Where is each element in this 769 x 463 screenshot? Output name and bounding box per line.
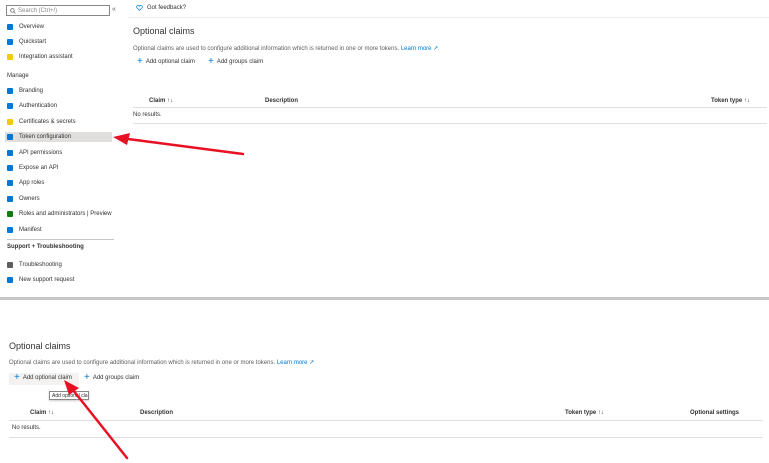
- api-permissions-icon: [7, 149, 13, 156]
- sidebar-item-authentication[interactable]: Authentication: [7, 101, 57, 111]
- add-optional-claim-label: Add optional claim: [145, 59, 195, 65]
- token-configuration-icon: [7, 134, 13, 141]
- plus-icon: +: [137, 56, 143, 67]
- sidebar-item-quickstart[interactable]: Quickstart: [7, 37, 46, 47]
- plus-icon: +: [84, 372, 90, 383]
- sidebar-item-owners[interactable]: Owners: [7, 194, 40, 204]
- sidebar-item-label: Troubleshooting: [19, 262, 62, 268]
- bottom-add-optional-claim-label: Add optional claim: [22, 375, 72, 381]
- sidebar-item-token-configuration[interactable]: Token configuration: [5, 132, 112, 143]
- bottom-add-groups-claim-button[interactable]: + Add groups claim: [84, 372, 140, 383]
- sidebar-item-overview[interactable]: Overview: [7, 22, 44, 32]
- portal-top-panel: Search (Ctrl+/) « Overview Quickstart Inte…: [0, 0, 769, 298]
- bottom-add-groups-claim-label: Add groups claim: [92, 375, 140, 381]
- sidebar-item-label: Quickstart: [19, 39, 47, 45]
- bottom-learn-more-link[interactable]: Learn more ↗: [277, 360, 314, 366]
- support-section-title: Support + Troubleshooting: [7, 244, 84, 250]
- page-description: Optional claims are used to configure ad…: [133, 45, 438, 52]
- add-groups-claim-button[interactable]: + Add groups claim: [208, 56, 264, 67]
- expose-an-api-icon: [7, 165, 13, 171]
- search-icon: [10, 7, 16, 14]
- bottom-column-header-description: Description: [140, 410, 174, 416]
- sidebar-item-branding[interactable]: Branding: [7, 86, 43, 96]
- heart-icon: [136, 5, 143, 11]
- roles-and-administrators-preview-icon: [7, 211, 13, 218]
- troubleshooting-icon: [7, 262, 13, 268]
- add-optional-claim-tooltip: Add optional claim: [49, 391, 89, 400]
- sidebar-item-expose-an-api[interactable]: Expose an API: [7, 163, 58, 173]
- bottom-table-header-divider: [9, 420, 763, 421]
- sidebar-item-label: Expose an API: [19, 165, 59, 171]
- search-placeholder: Search (Ctrl+/): [18, 7, 58, 14]
- bottom-column-header-token-type[interactable]: Token type ↑↓: [565, 410, 604, 416]
- bottom-column-header-claim[interactable]: Claim ↑↓: [30, 410, 54, 416]
- sidebar-item-new-support-request[interactable]: New support request: [7, 275, 74, 285]
- sidebar-item-label: API permissions: [19, 149, 63, 156]
- main-content: Got feedback? Optional claims Optional c…: [128, 0, 769, 298]
- sidebar-item-label: Branding: [19, 88, 44, 94]
- feedback-button[interactable]: Got feedback?: [136, 5, 186, 11]
- sidebar-item-app-roles[interactable]: App roles: [7, 178, 44, 188]
- quickstart-icon: [7, 39, 13, 45]
- overview-icon: [7, 24, 13, 30]
- column-header-description: Description: [265, 98, 299, 104]
- sidebar-item-label: Certificates & secrets: [19, 118, 76, 125]
- sidebar-divider: [7, 239, 114, 240]
- sidebar-item-label: Integration assistant: [19, 54, 73, 60]
- column-header-claim[interactable]: Claim ↑↓: [149, 98, 173, 104]
- new-support-request-icon: [7, 277, 13, 283]
- sidebar-item-integration-assistant[interactable]: Integration assistant: [7, 52, 73, 62]
- table-header-divider: [133, 107, 767, 108]
- sidebar-item-roles-and-administrators-preview[interactable]: Roles and administrators | Preview: [7, 209, 112, 219]
- no-results-text: No results.: [133, 112, 162, 118]
- bottom-learn-more-label: Learn more: [276, 360, 308, 366]
- sidebar-item-label: Overview: [19, 24, 45, 30]
- sidebar-item-label: Owners: [19, 195, 40, 202]
- sidebar-item-label: App roles: [19, 180, 45, 187]
- bottom-page-description: Optional claims are used to configure ad…: [9, 359, 314, 366]
- sidebar-item-label: Roles and administrators | Preview: [19, 211, 112, 218]
- page-title: Optional claims: [133, 26, 195, 36]
- manage-section-title: Manage: [7, 73, 29, 79]
- bottom-column-header-optional-settings: Optional settings: [690, 410, 740, 416]
- learn-more-label: Learn more: [400, 46, 432, 52]
- manifest-icon: [7, 226, 13, 233]
- bottom-no-results-text: No results.: [12, 425, 41, 431]
- header-divider: [128, 17, 769, 18]
- add-optional-claim-button[interactable]: + Add optional claim: [137, 56, 195, 67]
- sidebar-item-label: New support request: [19, 277, 75, 283]
- column-header-token-type[interactable]: Token type ↑↓: [711, 98, 750, 104]
- table-row-divider: [133, 123, 767, 124]
- plus-icon: +: [14, 372, 20, 383]
- add-groups-claim-label: Add groups claim: [216, 59, 264, 65]
- integration-assistant-icon: [7, 54, 13, 60]
- search-input[interactable]: Search (Ctrl+/): [6, 5, 110, 16]
- owners-icon: [7, 195, 13, 202]
- sidebar-item-label: Authentication: [19, 103, 58, 110]
- bottom-description-text: Optional claims are used to configure ad…: [9, 360, 276, 366]
- collapse-sidebar-button[interactable]: «: [112, 6, 116, 13]
- sidebar: Search (Ctrl+/) « Overview Quickstart Inte…: [0, 0, 120, 298]
- bottom-add-optional-claim-button[interactable]: + Add optional claim: [14, 372, 72, 383]
- screenshot-separator: [0, 297, 769, 300]
- learn-more-link[interactable]: Learn more ↗: [401, 46, 438, 52]
- branding-icon: [7, 88, 13, 94]
- authentication-icon: [7, 103, 13, 110]
- sidebar-item-label: Manifest: [19, 226, 42, 233]
- sidebar-item-api-permissions[interactable]: API permissions: [7, 148, 62, 158]
- description-text: Optional claims are used to configure ad…: [133, 46, 400, 52]
- app-roles-icon: [7, 180, 13, 187]
- feedback-label: Got feedback?: [147, 5, 187, 11]
- plus-icon: +: [208, 56, 214, 67]
- sidebar-item-manifest[interactable]: Manifest: [7, 225, 42, 235]
- sidebar-item-certificates-secrets[interactable]: Certificates & secrets: [7, 117, 76, 127]
- sidebar-item-label: Token configuration: [19, 134, 72, 141]
- bottom-page-title: Optional claims: [9, 341, 71, 351]
- bottom-table-row-divider: [9, 437, 763, 438]
- certificates-secrets-icon: [7, 118, 13, 125]
- sidebar-item-troubleshooting[interactable]: Troubleshooting: [7, 260, 62, 270]
